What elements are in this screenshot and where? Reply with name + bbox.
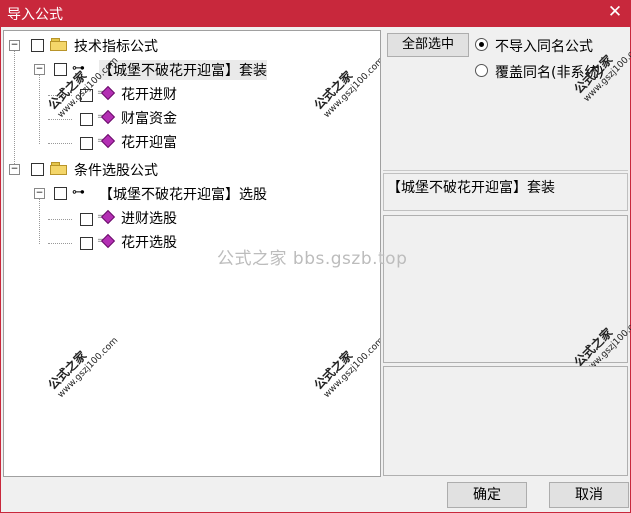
description-box: 【城堡不破花开迎富】套装 [383, 173, 628, 211]
tree-label-tech-group[interactable]: 技术指标公式 [74, 36, 158, 56]
window-title: 导入公式 [7, 7, 63, 23]
close-icon[interactable]: ✕ [605, 2, 625, 22]
watermark-text: 公式之家 bbs.gszb.top [217, 249, 408, 269]
collapse-icon[interactable]: − [34, 188, 45, 199]
tree-package-tech: − ⊶ 【城堡不破花开迎富】套装 [4, 59, 374, 81]
notes-box[interactable] [383, 366, 628, 476]
formula-gem-icon: = [97, 109, 116, 125]
checkbox-tech-item[interactable] [80, 137, 93, 150]
cancel-button[interactable]: 取消 [549, 482, 629, 508]
checkbox-tech-item[interactable] [80, 113, 93, 126]
tree-label-cond-group[interactable]: 条件选股公式 [74, 160, 158, 180]
formula-gem-icon: = [97, 233, 116, 249]
separator [383, 170, 628, 171]
options-panel: 全部选中 不导入同名公式 覆盖同名(非系统) 公式之家 www.gszj100.c… [382, 30, 631, 168]
collapse-icon[interactable]: − [9, 40, 20, 51]
formula-gem-icon: = [97, 209, 116, 225]
tree-label-tech-package[interactable]: 【城堡不破花开迎富】套装 [99, 60, 267, 80]
checkbox-cond-item[interactable] [80, 237, 93, 250]
watermark-stamp: 公式之家 www.gszj100.com [311, 335, 381, 401]
tree-label-cond-item[interactable]: 花开选股 [121, 232, 177, 252]
formula-preview-box[interactable]: 公式之家 www.gszj100.com [383, 215, 631, 377]
tree-group-tech: − 技术指标公式 [4, 35, 374, 57]
title-bar: 导入公式 ✕ [0, 0, 631, 27]
tree-item-tech-2: = 花开迎富 [4, 131, 374, 153]
ok-button[interactable]: 确定 [447, 482, 527, 508]
folder-icon [50, 162, 67, 175]
tree-item-cond-0: = 进财选股 [4, 207, 374, 229]
description-text: 【城堡不破花开迎富】套装 [387, 180, 555, 196]
radio-skip-indicator[interactable] [475, 38, 488, 51]
watermark-stamp: 公式之家 www.gszj100.com [45, 335, 121, 401]
tree-label-tech-item[interactable]: 财富资金 [121, 108, 177, 128]
formula-gem-icon: = [97, 85, 116, 101]
collapse-icon[interactable]: − [34, 64, 45, 75]
radio-skip-label: 不导入同名公式 [495, 39, 593, 55]
tree-package-cond: − ⊶ 【城堡不破花开迎富】选股 [4, 183, 374, 205]
tree-group-cond: − 条件选股公式 [4, 159, 374, 181]
folder-icon [50, 38, 67, 51]
checkbox-cond-group[interactable] [31, 163, 44, 176]
tree-label-cond-item[interactable]: 进财选股 [121, 208, 177, 228]
select-all-button[interactable]: 全部选中 [387, 33, 469, 57]
tree-label-tech-item[interactable]: 花开迎富 [121, 132, 177, 152]
checkbox-cond-item[interactable] [80, 213, 93, 226]
checkbox-cond-package[interactable] [54, 187, 67, 200]
formula-gem-icon: = [97, 133, 116, 149]
collapse-icon[interactable]: − [9, 164, 20, 175]
checkbox-tech-package[interactable] [54, 63, 67, 76]
checkbox-tech-group[interactable] [31, 39, 44, 52]
key-icon: ⊶ [72, 185, 85, 200]
tree-label-tech-item[interactable]: 花开进财 [121, 84, 177, 104]
radio-overwrite-indicator[interactable] [475, 64, 488, 77]
tree-label-cond-package[interactable]: 【城堡不破花开迎富】选股 [99, 184, 267, 204]
window-border-left [0, 27, 1, 513]
